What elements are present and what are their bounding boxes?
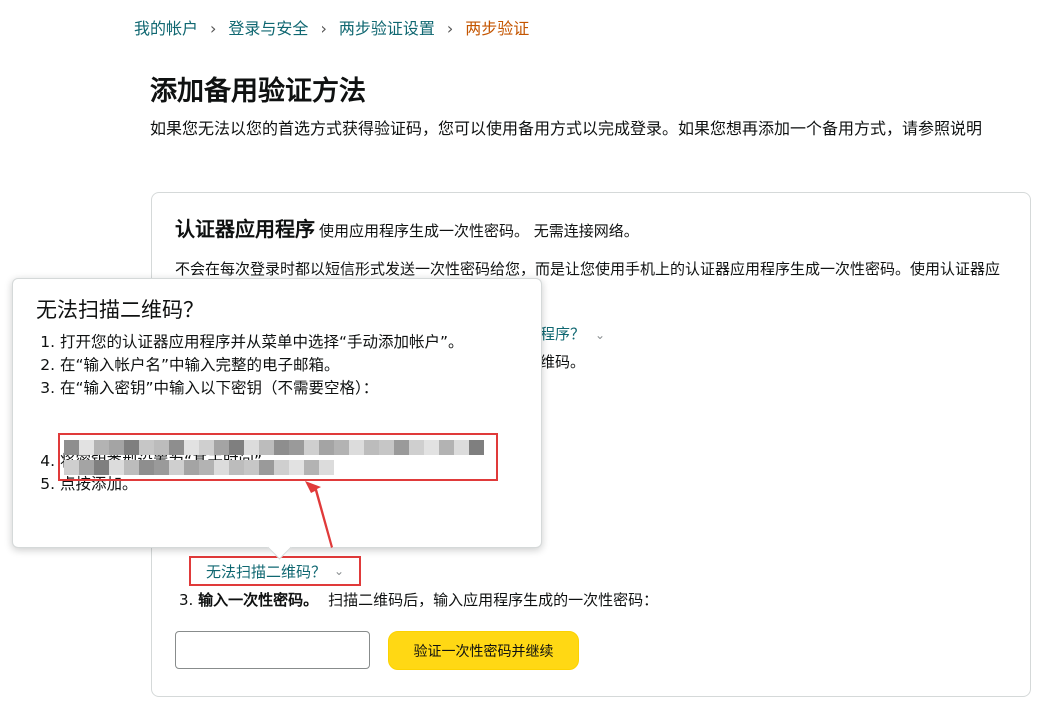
redaction-block	[79, 460, 94, 475]
breadcrumb-separator: ›	[320, 19, 327, 38]
verify-otp-button[interactable]: 验证一次性密码并继续	[388, 631, 579, 670]
redaction-block	[259, 460, 274, 475]
redaction-block	[184, 440, 199, 455]
redacted-key-row	[64, 440, 484, 455]
card-header: 认证器应用程序 使用应用程序生成一次性密码。 无需连接网络。	[175, 213, 639, 242]
redaction-block	[214, 460, 229, 475]
step3-text: 扫描二维码后，输入应用程序生成的一次性密码：	[328, 591, 659, 609]
cannot-scan-popover: 无法扫描二维码？ 打开您的认证器应用程序并从菜单中选择“手动添加帐户”。 在“输…	[12, 278, 542, 560]
redaction-block	[109, 460, 124, 475]
redaction-block	[319, 460, 334, 475]
redaction-block	[259, 440, 274, 455]
redaction-block	[64, 440, 79, 455]
redaction-block	[214, 440, 229, 455]
redaction-block	[379, 440, 394, 455]
redaction-block	[94, 440, 109, 455]
redaction-block	[64, 460, 79, 475]
redaction-block	[244, 440, 259, 455]
redaction-block	[289, 460, 304, 475]
page-title: 添加备用验证方法	[150, 76, 366, 107]
redaction-block	[274, 460, 289, 475]
redaction-block	[409, 440, 424, 455]
breadcrumb-login-security[interactable]: 登录与安全	[228, 19, 308, 38]
popover-step: 在“输入密钥”中输入以下密钥（不需要空格）：	[60, 377, 530, 400]
redaction-block	[439, 440, 454, 455]
breadcrumb: 我的帐户 › 登录与安全 › 两步验证设置 › 两步验证	[134, 18, 529, 40]
redaction-block	[184, 460, 199, 475]
redaction-block	[424, 440, 439, 455]
breadcrumb-2sv-settings[interactable]: 两步验证设置	[339, 19, 435, 38]
secret-key-redacted	[58, 433, 498, 481]
chevron-down-icon: ⌄	[333, 564, 345, 578]
redaction-block	[199, 440, 214, 455]
breadcrumb-separator: ›	[446, 19, 454, 38]
redaction-block	[169, 440, 184, 455]
redaction-block	[274, 440, 289, 455]
popover-title: 无法扫描二维码？	[36, 298, 204, 322]
redaction-block	[304, 440, 319, 455]
otp-input[interactable]	[175, 631, 370, 669]
cannot-scan-qr-label: 无法扫描二维码？	[205, 562, 326, 581]
step3-number: 3.	[179, 591, 194, 609]
redaction-block	[349, 440, 364, 455]
authenticator-app-link-label: 程序？	[540, 325, 586, 343]
redaction-block	[244, 460, 259, 475]
card-heading: 认证器应用程序	[175, 217, 315, 241]
redaction-block	[139, 440, 154, 455]
card-subheading: 使用应用程序生成一次性密码。 无需连接网络。	[319, 222, 639, 240]
redaction-block	[394, 440, 409, 455]
redaction-block	[154, 460, 169, 475]
chevron-down-icon: ⌄	[595, 328, 606, 342]
redacted-key-row	[64, 460, 334, 475]
redaction-block	[169, 460, 184, 475]
redaction-block	[124, 460, 139, 475]
breadcrumb-current: 两步验证	[465, 19, 530, 38]
redaction-block	[229, 460, 244, 475]
step3: 3. 输入一次性密码。 扫描二维码后，输入应用程序生成的一次性密码：	[179, 589, 658, 610]
cannot-scan-qr-link[interactable]: 无法扫描二维码？ ⌄	[189, 556, 361, 586]
step2-text: 维码。	[540, 353, 586, 371]
redaction-block	[109, 440, 124, 455]
popover-step: 打开您的认证器应用程序并从菜单中选择“手动添加帐户”。	[60, 331, 530, 354]
redaction-block	[154, 440, 169, 455]
breadcrumb-separator: ›	[210, 19, 217, 38]
redaction-block	[94, 460, 109, 475]
redaction-block	[334, 440, 349, 455]
breadcrumb-my-account[interactable]: 我的帐户	[134, 19, 198, 38]
redaction-block	[304, 460, 319, 475]
redaction-block	[124, 440, 139, 455]
redaction-block	[289, 440, 304, 455]
redaction-block	[229, 440, 244, 455]
redaction-block	[199, 460, 214, 475]
redaction-block	[469, 440, 484, 455]
step3-title: 输入一次性密码。	[198, 591, 319, 609]
redaction-block	[139, 460, 154, 475]
authenticator-app-link[interactable]: 程序？ ⌄	[540, 323, 605, 344]
redaction-block	[454, 440, 469, 455]
redaction-block	[364, 440, 379, 455]
page-intro: 如果您无法以您的首选方式获得验证码，您可以使用备用方式以完成登录。如果您想再添加…	[150, 119, 983, 138]
redaction-block	[79, 440, 94, 455]
popover-step: 在“输入帐户名”中输入完整的电子邮箱。	[60, 354, 530, 377]
redaction-block	[319, 440, 334, 455]
